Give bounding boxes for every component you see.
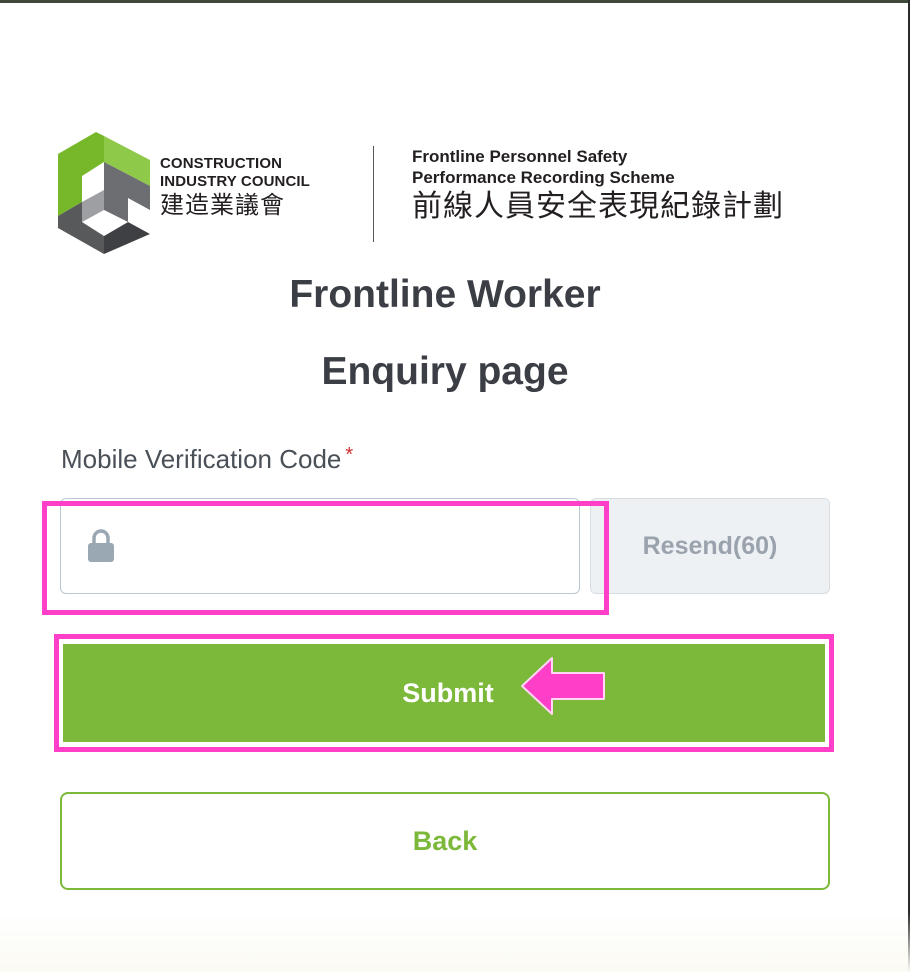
resend-button[interactable]: Resend (60) (590, 498, 830, 594)
scheme-name-zh: 前線人員安全表現紀錄計劃 (412, 190, 784, 223)
scheme-name-en-line1: Frontline Personnel Safety (412, 147, 628, 166)
verification-code-label-text: Mobile Verification Code (61, 444, 342, 474)
org-name-zh: 建造業議會 (160, 192, 285, 219)
submit-label: Submit (402, 677, 494, 708)
bottom-fade (0, 912, 910, 972)
page-title-line2: Enquiry page (321, 350, 569, 393)
left-arrow-icon (521, 657, 605, 715)
scheme-name-en-line2: Performance Recording Scheme (412, 168, 675, 187)
logo-divider (373, 146, 374, 242)
back-button[interactable]: Back (60, 792, 830, 890)
verification-code-label: Mobile Verification Code * (61, 444, 353, 475)
lock-icon (88, 529, 114, 562)
back-label: Back (412, 825, 478, 856)
org-name-block: CONSTRUCTION INDUSTRY COUNCIL 建造業議會 (160, 155, 310, 220)
resend-label: Resend (642, 531, 733, 560)
submit-button[interactable]: Submit (63, 644, 825, 742)
top-edge-strip (0, 0, 910, 3)
resend-countdown: (60) (732, 531, 778, 560)
org-name-en-line1: CONSTRUCTION (160, 155, 283, 172)
cic-logo-icon (58, 132, 150, 254)
org-name-en-line2: INDUSTRY COUNCIL (160, 173, 310, 190)
scheme-name-block: Frontline Personnel Safety Performance R… (412, 146, 784, 225)
verification-code-field[interactable] (60, 498, 580, 594)
required-marker: * (345, 444, 354, 466)
page-title-line1: Frontline Worker (289, 273, 601, 316)
verification-code-input[interactable] (133, 519, 567, 575)
